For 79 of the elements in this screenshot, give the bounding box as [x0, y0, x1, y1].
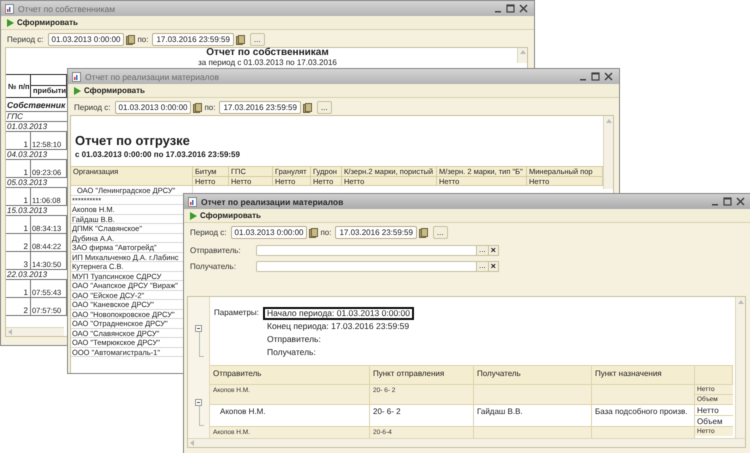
table-cell: Объем	[695, 415, 733, 426]
play-icon	[7, 18, 14, 26]
clear-button[interactable]: ×	[488, 260, 499, 272]
select-button[interactable]: ...	[316, 101, 332, 114]
scrollbar[interactable]	[517, 48, 527, 63]
maximize-icon[interactable]	[723, 197, 732, 206]
clear-button[interactable]: ×	[488, 244, 499, 256]
group-title: ГПС	[7, 112, 23, 121]
table-cell: 1	[6, 280, 31, 297]
report-title: Отчет по отгрузке	[75, 133, 191, 148]
generate-button[interactable]: Сформировать	[6, 18, 79, 27]
close-icon[interactable]	[519, 4, 528, 13]
scrollbar[interactable]	[603, 116, 613, 189]
close-icon[interactable]	[736, 197, 745, 206]
select-button[interactable]: ...	[476, 260, 489, 272]
date-field[interactable]: 17.03.2016 23:59:59	[152, 33, 234, 46]
calendar-button[interactable]	[418, 228, 428, 238]
window-title: Отчет по реализации материалов	[201, 196, 344, 206]
window-title: Отчет по собственникам	[18, 4, 116, 14]
parameter-text: Получатель:	[266, 346, 317, 359]
group-title: 04.03.2013	[7, 150, 48, 159]
group-title: 05.03.2013	[7, 178, 48, 187]
scrollbar[interactable]	[6, 327, 64, 336]
report-icon	[5, 4, 14, 14]
report-subtitle: за период с 01.03.2013 по 17.03.2016	[197, 58, 338, 67]
scrollbar[interactable]	[188, 438, 745, 447]
table-cell: 3	[6, 252, 31, 269]
date-field[interactable]: 17.03.2016 23:59:59	[335, 226, 417, 239]
report-subtitle: с 01.03.2013 0:00:00 по 17.03.2016 23:59:59	[75, 150, 241, 159]
calendar-button[interactable]	[302, 102, 312, 112]
play-icon	[190, 212, 197, 220]
table-cell: 1	[6, 188, 31, 205]
select-button[interactable]: ...	[432, 226, 448, 239]
input-field[interactable]	[256, 244, 477, 256]
parameter-text: Начало периода: 01.03.2013 0:00:00	[263, 307, 414, 320]
date-field[interactable]: 01.03.2013 0:00:00	[230, 226, 308, 239]
filter-label: Получатель:	[190, 262, 237, 270]
maximize-icon[interactable]	[506, 4, 515, 13]
parameter-text: Отправитель:	[266, 333, 322, 346]
group-title: 15.03.2013	[7, 206, 48, 215]
collapse-toggle[interactable]	[195, 325, 202, 332]
table-cell: 2	[6, 298, 31, 315]
date-field[interactable]: 01.03.2013 0:00:00	[48, 33, 124, 46]
section-title: Собственник	[7, 100, 66, 110]
date-field[interactable]: 01.03.2013 0:00:00	[114, 101, 192, 114]
generate-button[interactable]: Сформировать	[73, 86, 146, 95]
collapse-toggle[interactable]	[195, 399, 202, 406]
period-label: Период с:	[74, 103, 111, 112]
date-field[interactable]: 17.03.2016 23:59:59	[219, 101, 301, 114]
scrollbar[interactable]	[735, 297, 745, 438]
filter-label: Отправитель:	[190, 246, 242, 254]
calendar-button[interactable]	[236, 34, 245, 44]
table-cell: 2	[6, 234, 31, 251]
maximize-icon[interactable]	[591, 72, 600, 81]
period-label: по:	[204, 103, 216, 112]
calendar-button[interactable]	[126, 34, 136, 44]
group-title: 01.03.2013	[7, 122, 48, 131]
table-cell: 1	[6, 160, 31, 177]
parameter-text: Конец периода: 17.03.2016 23:59:59	[266, 320, 410, 333]
input-field[interactable]	[256, 260, 477, 272]
period-label: по:	[137, 35, 148, 44]
group-title: 22.03.2013	[7, 270, 48, 279]
parameters-label: Параметры:	[214, 307, 260, 319]
window-title: Отчет по реализации материалов	[85, 72, 219, 82]
close-icon[interactable]	[604, 72, 613, 81]
period-label: Период с:	[190, 228, 227, 237]
select-button[interactable]: ...	[250, 33, 265, 46]
table-cell: Нетто	[695, 404, 733, 415]
period-label: по:	[320, 228, 332, 237]
report-icon	[188, 196, 197, 206]
period-label: Период с:	[7, 35, 44, 44]
report-title: Отчет по собственникам	[205, 48, 330, 58]
table-cell: 1	[6, 216, 31, 233]
calendar-button[interactable]	[309, 228, 318, 238]
play-icon	[74, 86, 81, 94]
report-icon	[72, 72, 81, 82]
select-button[interactable]: ...	[476, 244, 489, 256]
table-cell: 1	[6, 132, 31, 149]
calendar-button[interactable]	[193, 102, 202, 112]
